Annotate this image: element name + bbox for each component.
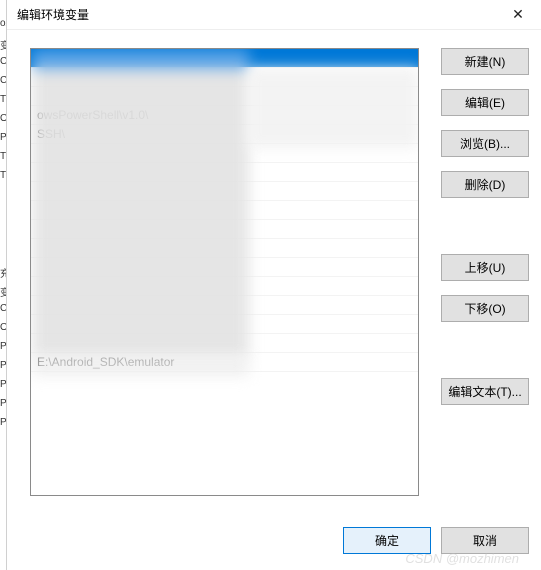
- window-title: 编辑环境变量: [17, 6, 497, 23]
- list-item[interactable]: [31, 49, 418, 68]
- edit-button[interactable]: 编辑(E): [441, 89, 529, 116]
- browse-button[interactable]: 浏览(B)...: [441, 130, 529, 157]
- list-item[interactable]: [31, 239, 418, 258]
- cancel-button[interactable]: 取消: [441, 527, 529, 554]
- edittext-button[interactable]: 编辑文本(T)...: [441, 378, 529, 405]
- new-button[interactable]: 新建(N): [441, 48, 529, 75]
- list-item[interactable]: [31, 182, 418, 201]
- list-item[interactable]: [31, 87, 418, 106]
- list-item[interactable]: [31, 277, 418, 296]
- list-item[interactable]: [31, 296, 418, 315]
- moveup-button[interactable]: 上移(U): [441, 254, 529, 281]
- path-listbox[interactable]: owsPowerShell\v1.0\ SSH\ E:\Android_SDK\e…: [30, 48, 419, 496]
- side-button-column: 新建(N) 编辑(E) 浏览(B)... 删除(D) 上移(U) 下移(O) 编…: [441, 48, 529, 405]
- list-item[interactable]: SSH\: [31, 125, 418, 144]
- ok-button[interactable]: 确定: [343, 527, 431, 554]
- bottom-bar: 确定 取消: [7, 527, 529, 554]
- list-item[interactable]: owsPowerShell\v1.0\: [31, 106, 418, 125]
- movedown-button[interactable]: 下移(O): [441, 295, 529, 322]
- delete-button[interactable]: 删除(D): [441, 171, 529, 198]
- list-item[interactable]: [31, 144, 418, 163]
- list-item[interactable]: [31, 68, 418, 87]
- list-item[interactable]: [31, 334, 418, 353]
- list-item[interactable]: E:\Android_SDK\emulator: [31, 353, 418, 372]
- list-item[interactable]: [31, 220, 418, 239]
- list-item[interactable]: [31, 201, 418, 220]
- list-item[interactable]: [31, 258, 418, 277]
- close-icon[interactable]: ✕: [497, 1, 539, 29]
- titlebar: 编辑环境变量 ✕: [7, 0, 541, 30]
- list-item[interactable]: [31, 163, 418, 182]
- dialog-body: owsPowerShell\v1.0\ SSH\ E:\Android_SDK\e…: [19, 48, 529, 516]
- list-item[interactable]: [31, 315, 418, 334]
- edit-env-var-dialog: 编辑环境变量 ✕ owsPowerShell\v1.0\ SSH\ E:\Andr…: [6, 0, 541, 570]
